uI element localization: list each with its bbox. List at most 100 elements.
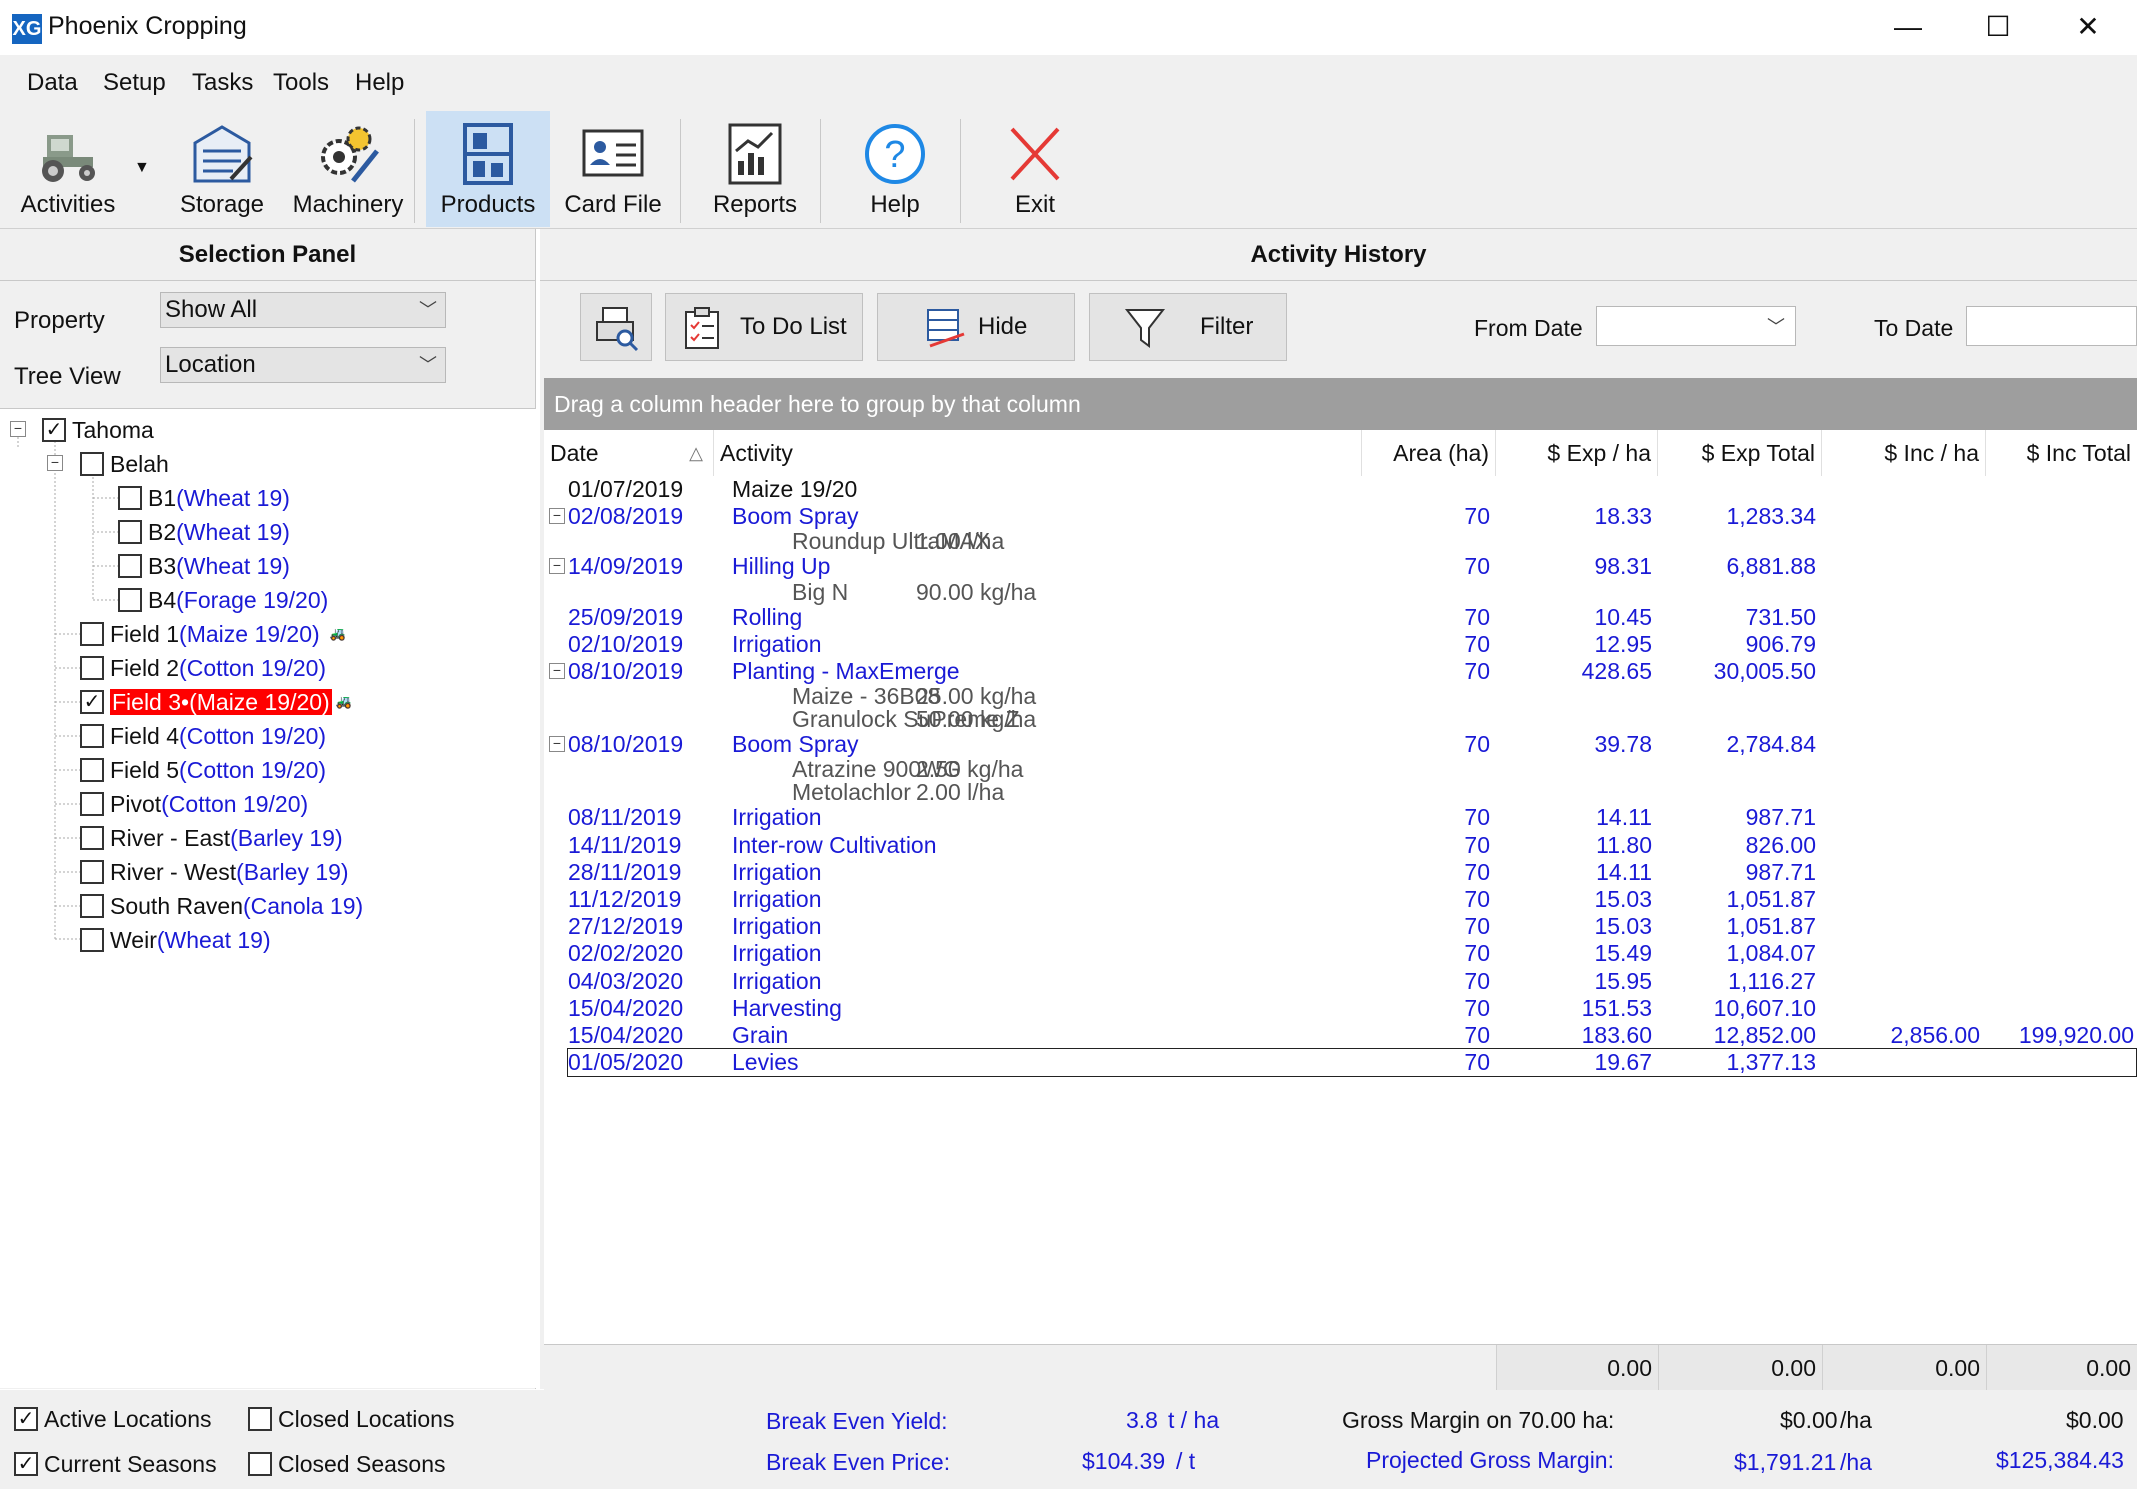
column-header-date[interactable]: Date △ [544,430,714,476]
closed-seasons-checkbox[interactable]: Closed Seasons [248,1451,446,1478]
to-date-input[interactable] [1966,306,2137,346]
collapse-icon[interactable]: − [549,663,565,679]
tree-node-tahoma[interactable]: ✓ Tahoma [42,413,154,447]
reports-button[interactable]: Reports [700,111,810,227]
tree-node-b3[interactable]: B3(Wheat 19) [118,549,290,583]
group-by-bar[interactable]: Drag a column header here to group by th… [544,378,2137,430]
table-row[interactable]: −02/08/2019 Boom Spray 70 18.33 1,283.34 [544,503,2137,530]
checkbox-checked-icon[interactable]: ✓ [80,689,104,714]
checkbox-icon[interactable] [80,451,104,476]
activities-dropdown-icon[interactable]: ▼ [134,159,150,177]
card-file-button[interactable]: Card File [558,111,668,227]
table-row[interactable]: 25/09/2019 Rolling 70 10.45 731.50 [544,604,2137,631]
season-row[interactable]: 01/07/2019 Maize 19/20 [544,476,2137,503]
checkbox-icon[interactable] [80,859,104,884]
checkbox-checked-icon[interactable]: ✓ [14,1406,38,1431]
collapse-icon[interactable]: − [549,736,565,753]
tree-view-select[interactable]: Location ﹀ [160,347,446,383]
close-button[interactable]: ✕ [2058,6,2118,48]
activities-button[interactable]: Activities [8,111,128,227]
print-preview-button[interactable] [580,293,652,361]
tree-node-field-1[interactable]: Field 1(Maize 19/20) 🚜 [80,617,346,651]
tree-node-pivot[interactable]: Pivot(Cotton 19/20) [80,787,308,821]
product-row[interactable]: Maize - 36B08 25.00 kg/ha [544,685,2137,708]
checkbox-icon[interactable] [248,1451,272,1476]
menu-tasks[interactable]: Tasks [192,69,253,97]
minimize-button[interactable]: — [1878,6,1938,48]
product-row[interactable]: Roundup UltraMAX 1.00 l/ha [544,530,2137,553]
tree-node-b4[interactable]: B4(Forage 19/20) [118,583,328,617]
table-row[interactable]: 28/11/2019 Irrigation 70 14.11 987.71 [544,859,2137,886]
column-header-exp-ha[interactable]: $ Exp / ha [1496,430,1658,476]
checkbox-icon[interactable] [248,1406,272,1431]
checkbox-icon[interactable] [80,927,104,952]
table-row[interactable]: 02/10/2019 Irrigation 70 12.95 906.79 [544,631,2137,658]
machinery-button[interactable]: Machinery [286,111,410,227]
table-row[interactable]: 11/12/2019 Irrigation 70 15.03 1,051.87 [544,886,2137,913]
collapse-icon[interactable]: − [549,508,565,525]
product-row[interactable]: Granulock SuPreme Z 50.00 kg/ha [544,708,2137,731]
hide-button[interactable]: Hide [877,293,1075,361]
table-row[interactable]: 04/03/2020 Irrigation 70 15.95 1,116.27 [544,968,2137,995]
checkbox-icon[interactable] [118,587,142,612]
collapse-icon[interactable]: − [549,558,565,575]
checkbox-icon[interactable] [118,519,142,544]
column-header-exp-total[interactable]: $ Exp Total [1658,430,1822,476]
tree-node-field-3[interactable]: ✓ Field 3•(Maize 19/20) 🚜 [80,685,352,719]
tree-node-river-east[interactable]: River - East(Barley 19) [80,821,343,855]
menu-help[interactable]: Help [355,69,404,97]
checkbox-checked-icon[interactable]: ✓ [14,1451,38,1476]
column-header-area[interactable]: Area (ha) [1362,430,1496,476]
table-row[interactable]: −08/10/2019 Planting - MaxEmerge 70 428.65 3… [544,658,2137,685]
tree-node-belah[interactable]: Belah [80,447,169,481]
table-row[interactable]: 15/04/2020 Harvesting 70 151.53 10,607.10 [544,995,2137,1022]
tree-node-weir[interactable]: Weir(Wheat 19) [80,923,271,957]
menu-setup[interactable]: Setup [103,69,166,97]
todo-list-button[interactable]: To Do List [665,293,863,361]
menu-data[interactable]: Data [27,69,78,97]
property-select[interactable]: Show All ﹀ [160,292,446,328]
table-row[interactable]: 27/12/2019 Irrigation 70 15.03 1,051.87 [544,913,2137,940]
table-row[interactable]: 08/11/2019 Irrigation 70 14.11 987.71 [544,804,2137,831]
current-seasons-checkbox[interactable]: ✓ Current Seasons [14,1451,217,1478]
tree-node-b1[interactable]: B1(Wheat 19) [118,481,290,515]
exit-button[interactable]: Exit [984,111,1086,227]
table-row[interactable]: 14/11/2019 Inter-row Cultivation 70 11.80 82… [544,832,2137,859]
help-button[interactable]: ? Help [842,111,948,227]
products-button[interactable]: Products [426,111,550,227]
checkbox-icon[interactable] [80,791,104,816]
checkbox-icon[interactable] [80,893,104,918]
filter-button[interactable]: Filter [1089,293,1287,361]
tree-node-field-4[interactable]: Field 4(Cotton 19/20) [80,719,326,753]
checkbox-icon[interactable] [80,621,104,646]
checkbox-icon[interactable] [80,655,104,680]
selected-table-row[interactable]: 01/05/2020 Levies 70 19.67 1,377.13 [567,1048,2137,1078]
menu-tools[interactable]: Tools [273,69,329,97]
tree-node-field-5[interactable]: Field 5(Cotton 19/20) [80,753,326,787]
active-locations-checkbox[interactable]: ✓ Active Locations [14,1406,211,1433]
checkbox-icon[interactable] [80,825,104,850]
product-row[interactable]: Big N 90.00 kg/ha [544,580,2137,604]
from-date-input[interactable]: ﹀ [1596,306,1796,346]
closed-locations-checkbox[interactable]: Closed Locations [248,1406,454,1433]
product-row[interactable]: Metolachlor 2.00 l/ha [544,781,2137,804]
table-row[interactable]: −08/10/2019 Boom Spray 70 39.78 2,784.84 [544,731,2137,758]
tree-node-b2[interactable]: B2(Wheat 19) [118,515,290,549]
checkbox-icon[interactable] [80,757,104,782]
table-row[interactable]: 15/04/2020 Grain 70 183.60 12,852.00 2,856.00… [544,1022,2137,1049]
column-header-activity[interactable]: Activity [714,430,1362,476]
table-row[interactable]: 02/02/2020 Irrigation 70 15.49 1,084.07 [544,940,2137,967]
maximize-button[interactable]: ☐ [1968,6,2028,48]
checkbox-icon[interactable] [80,723,104,748]
column-header-inc-ha[interactable]: $ Inc / ha [1822,430,1986,476]
product-row[interactable]: Atrazine 900WG 2.50 kg/ha [544,758,2137,781]
table-row[interactable]: −14/09/2019 Hilling Up 70 98.31 6,881.88 [544,553,2137,580]
column-header-inc-total[interactable]: $ Inc Total [1986,430,2137,476]
tree-node-field-2[interactable]: Field 2(Cotton 19/20) [80,651,326,685]
checkbox-icon[interactable] [118,485,142,510]
checkbox-checked-icon[interactable]: ✓ [42,417,66,442]
tree-node-river-west[interactable]: River - West(Barley 19) [80,855,349,889]
tree-node-south-raven[interactable]: South Raven(Canola 19) [80,889,363,923]
collapse-icon[interactable]: − [47,455,63,471]
storage-button[interactable]: Storage [172,111,272,227]
